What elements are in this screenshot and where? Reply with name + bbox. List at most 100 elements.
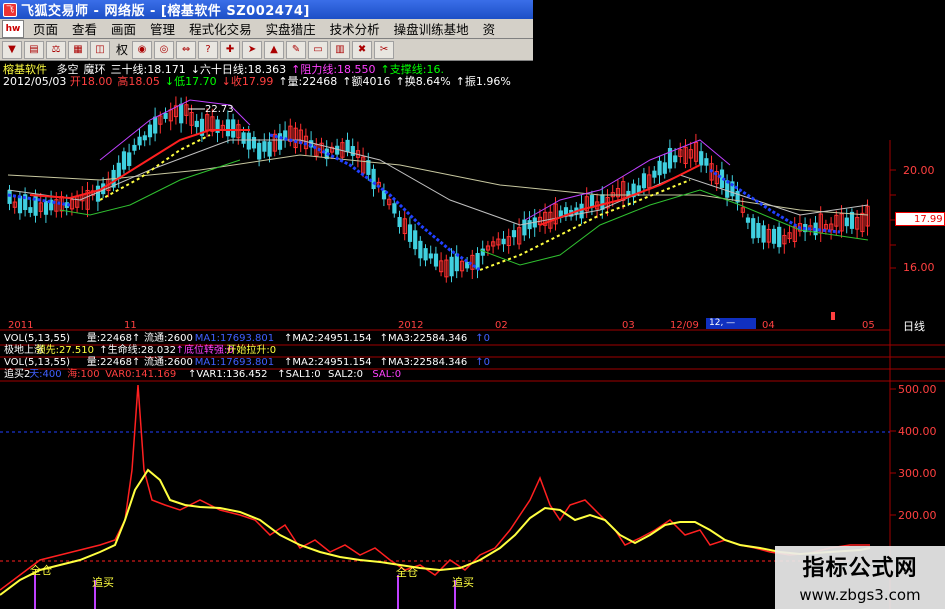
time-axis-highlight: 12, —	[706, 318, 756, 329]
candle-body-110	[579, 203, 584, 219]
candle-body-25	[137, 136, 142, 146]
candle-body-128	[673, 155, 678, 163]
indicator-item-3-0: 追买2	[4, 367, 30, 380]
max-price-label: 22.73	[205, 104, 234, 115]
candle-body-17	[95, 185, 101, 202]
candle-body-80	[423, 248, 428, 261]
candle-body-7	[43, 201, 49, 215]
candle-body-161	[844, 217, 849, 227]
candle-body-91	[480, 248, 485, 256]
candle-body-49	[262, 141, 267, 152]
candle-body-148	[777, 226, 782, 248]
indicator-item-2-3: MA1:17693.801	[195, 357, 274, 368]
watermark-url: www.zbgs3.com	[799, 586, 921, 604]
candle-body-99	[522, 219, 527, 236]
indicator-item-0-3: MA1:17693.801	[195, 333, 274, 344]
ma-line-mid	[7, 139, 869, 226]
indicator-item-2-6: ↑0	[475, 357, 490, 368]
candle-body-30	[163, 112, 168, 119]
candle-body-42	[225, 119, 231, 137]
candle-body-48	[257, 142, 262, 160]
indicator-axis-label-2: 300.00	[898, 467, 937, 480]
indicator-item-3-6: SAL2:0	[328, 369, 363, 380]
signal-label-3: 追买	[452, 575, 474, 589]
candle-body-70	[371, 168, 376, 190]
time-axis-label-5: 12/09	[670, 320, 699, 331]
signal-label-0: 全仓	[30, 563, 52, 577]
time-axis-label-3: 02	[495, 320, 508, 331]
candle-body-82	[433, 253, 439, 267]
candle-body-4	[28, 207, 33, 213]
candle-body-27	[147, 124, 153, 138]
candle-body-28	[153, 116, 158, 134]
indicator-item-1-4: 开始拉升:0	[226, 343, 276, 356]
indicator-item-2-2: 流通:2600	[144, 355, 193, 368]
price-axis-label-0: 20.00	[903, 164, 935, 177]
signal-label-2: 全仓	[396, 565, 418, 579]
candle-body-33	[179, 103, 184, 124]
ma-line-long	[7, 154, 869, 216]
indicator-item-3-2: 海:100	[67, 367, 99, 380]
candle-body-100	[527, 220, 532, 230]
candle-body-75	[397, 217, 402, 228]
candle-body-46	[246, 132, 251, 150]
candle-body-78	[413, 230, 418, 250]
watermark: 指标公式网 www.zbgs3.com	[775, 546, 945, 609]
indicator-item-0-0: VOL(5,13,55)	[4, 333, 70, 344]
candle-body-36	[194, 120, 199, 128]
indicator-item-1-3: ↑底位转强:0	[176, 343, 234, 356]
time-axis-label-4: 03	[622, 320, 635, 331]
indicator-item-3-1: 天:400	[29, 369, 61, 380]
candle-body-47	[251, 136, 257, 149]
candle-body-114	[600, 194, 605, 210]
indicator-axis-label-0: 500.00	[898, 383, 937, 396]
watermark-title: 指标公式网	[802, 556, 918, 581]
candle-body-85	[449, 256, 454, 277]
candle-body-74	[392, 203, 397, 214]
candle-body-126	[662, 162, 667, 174]
candle-body-122	[641, 173, 647, 189]
indicator-item-2-4: ↑MA2:24951.154	[284, 357, 372, 368]
indicator-item-1-1: 领先:27.510	[36, 343, 94, 356]
price-axis-label-1: 16.00	[903, 261, 935, 274]
indicator-item-1-2: ↑生命线:28.032	[99, 343, 176, 356]
indicator-item-0-2: 流通:2600	[144, 331, 193, 344]
candle-body-69	[366, 160, 371, 175]
indicator-axis-label-3: 200.00	[898, 509, 937, 522]
candle-body-147	[771, 228, 777, 244]
candle-body-50	[267, 141, 272, 157]
indicator-item-3-3: VAR0:141.169	[105, 369, 176, 380]
candle-body-22	[121, 151, 127, 170]
indicator-item-3-5: ↑SAL1:0	[277, 369, 320, 380]
candle-body-65	[345, 139, 350, 153]
candle-body-144	[756, 223, 761, 238]
candle-body-112	[589, 195, 595, 208]
indicator-item-0-1: 量:22468↑	[87, 332, 141, 344]
indicator-item-0-6: ↑0	[475, 333, 490, 344]
indicator-item-3-4: ↑VAR1:136.452	[188, 369, 267, 380]
candle-body-145	[761, 225, 766, 243]
candle-body-45	[241, 132, 246, 144]
time-axis-label-1: 11	[124, 320, 137, 331]
candle-body-162	[849, 211, 855, 229]
candle-body-79	[418, 240, 423, 259]
candle-body-107	[563, 207, 569, 215]
candle-body-95	[501, 238, 506, 245]
candle-body-43	[231, 119, 236, 138]
time-axis-label-2: 2012	[398, 320, 423, 331]
indicator-item-0-4: ↑MA2:24951.154	[284, 333, 372, 344]
stock-chart[interactable]: 20.00 16.00 2011 11 2012 02 03 12/09 04 05 日线 22.73…	[0, 0, 945, 609]
candle-body-133	[699, 151, 704, 166]
indicator-item-2-1: 量:22468↑	[87, 356, 141, 368]
time-axis-label-6: 04	[762, 320, 775, 331]
candle-body-63	[335, 145, 340, 155]
candle-body-21	[116, 162, 121, 180]
time-axis-label-7: 05	[862, 320, 875, 331]
indicator-var0-line	[0, 384, 870, 591]
current-price-tag: 17.99	[895, 212, 945, 226]
candle-body-134	[704, 158, 709, 166]
indicator-axis-label-1: 400.00	[898, 425, 937, 438]
period-label: 日线	[903, 319, 925, 333]
candle-body-23	[127, 152, 132, 166]
indicator-item-3-7: SAL:0	[372, 369, 401, 380]
